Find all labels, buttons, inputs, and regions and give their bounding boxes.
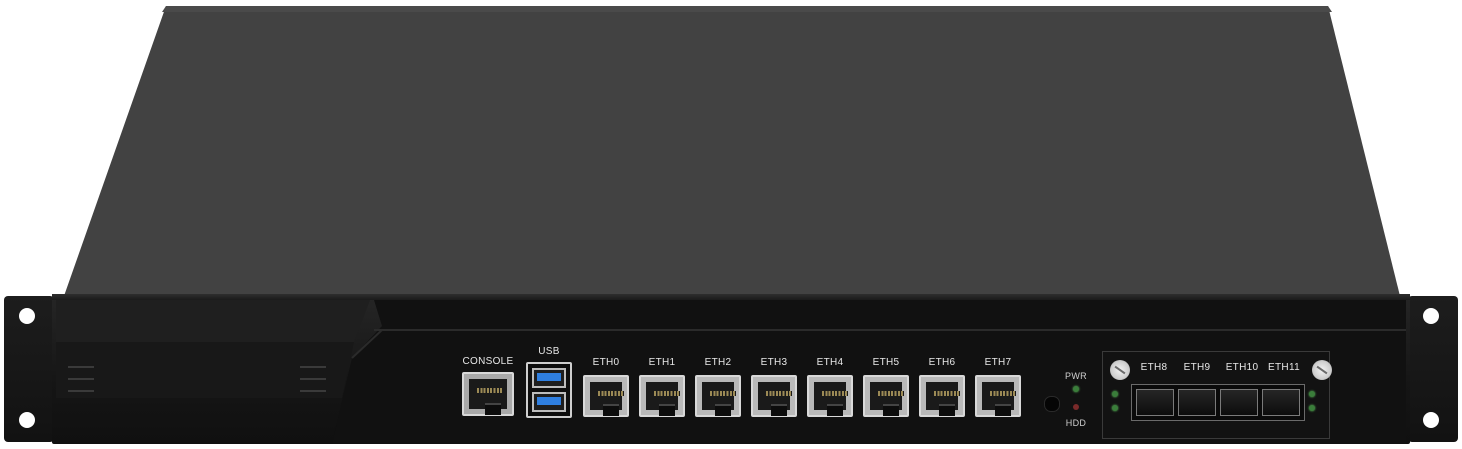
sfp-link-led-icon — [1309, 405, 1315, 411]
eth6-label: ETH6 — [928, 357, 956, 368]
usb-port[interactable] — [532, 368, 566, 388]
eth6-port[interactable] — [919, 375, 965, 417]
eth5-port[interactable] — [863, 375, 909, 417]
thumb-screw-icon[interactable] — [1312, 360, 1332, 380]
mounting-hole — [19, 308, 35, 324]
vent-slot — [68, 366, 94, 368]
mounting-hole — [19, 412, 35, 428]
mounting-hole — [1423, 412, 1439, 428]
eth2-port[interactable] — [695, 375, 741, 417]
eth1-port[interactable] — [639, 375, 685, 417]
eth10-label: ETH10 — [1225, 362, 1259, 373]
left-rack-ear — [4, 296, 54, 442]
hdd-label: HDD — [1065, 418, 1087, 428]
vent-slot — [68, 390, 94, 392]
usb-port[interactable] — [532, 392, 566, 412]
sfp-cage — [1131, 384, 1305, 421]
sfp-link-led-icon — [1309, 391, 1315, 397]
eth3-port[interactable] — [751, 375, 797, 417]
vent-slot — [300, 390, 326, 392]
mounting-hole — [1423, 308, 1439, 324]
vent-slot — [300, 378, 326, 380]
eth4-port[interactable] — [807, 375, 853, 417]
thumb-screw-icon[interactable] — [1110, 360, 1130, 380]
eth2-label: ETH2 — [704, 357, 732, 368]
pwr-label: PWR — [1065, 371, 1087, 381]
eth11-label: ETH11 — [1268, 362, 1300, 373]
eth0-label: ETH0 — [592, 357, 620, 368]
eth9-sfp-port[interactable] — [1178, 389, 1216, 416]
vent-slot — [300, 366, 326, 368]
vent-slot — [68, 378, 94, 380]
eth4-label: ETH4 — [816, 357, 844, 368]
sfp-link-led-icon — [1112, 391, 1118, 397]
usb-label: USB — [538, 346, 560, 357]
reset-button[interactable] — [1044, 396, 1060, 412]
eth9-label: ETH9 — [1183, 362, 1211, 373]
sfp-link-led-icon — [1112, 405, 1118, 411]
eth3-label: ETH3 — [760, 357, 788, 368]
console-port[interactable] — [462, 372, 514, 416]
eth11-sfp-port[interactable] — [1262, 389, 1300, 416]
eth0-port[interactable] — [583, 375, 629, 417]
eth1-label: ETH1 — [648, 357, 676, 368]
hdd-led-icon — [1073, 404, 1079, 410]
eth10-sfp-port[interactable] — [1220, 389, 1258, 416]
power-led-icon — [1073, 386, 1079, 392]
eth5-label: ETH5 — [872, 357, 900, 368]
eth8-label: ETH8 — [1140, 362, 1168, 373]
console-label: CONSOLE — [462, 356, 514, 367]
eth7-label: ETH7 — [984, 357, 1012, 368]
usb-port-block — [526, 362, 572, 418]
eth8-sfp-port[interactable] — [1136, 389, 1174, 416]
right-rack-ear — [1408, 296, 1458, 442]
eth7-port[interactable] — [975, 375, 1021, 417]
